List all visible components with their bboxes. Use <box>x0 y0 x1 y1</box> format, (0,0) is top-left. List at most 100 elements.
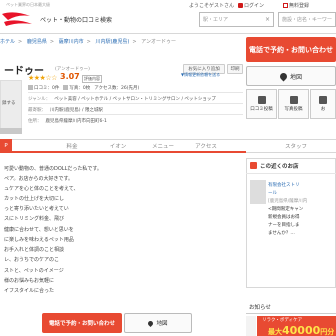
address-label: 住所： <box>28 119 42 124</box>
tab-menu[interactable]: メニュー <box>143 139 183 153</box>
breadcrumb-item[interactable]: 薩摩川内市 <box>59 39 84 45</box>
breadcrumb-item[interactable]: 鹿児島県 <box>27 39 47 45</box>
call-reserve-button-bottom[interactable]: 電話で予約・お問い合わせ <box>42 313 122 333</box>
info-divider <box>28 92 243 93</box>
nearby-store-campaign-cont: 新規会員はお得 <box>268 215 300 220</box>
call-reserve-button[interactable]: 電話で予約・お問い合わせ <box>246 37 336 62</box>
tab-access[interactable]: アクセス <box>186 139 226 153</box>
review-count-text: 口コミ：0件 <box>34 86 60 91</box>
address-row: 住所： 鹿児島県薩摩川内市向田町6-1 <box>28 118 107 124</box>
rating-detail-link[interactable]: 評価内容 <box>82 75 102 83</box>
map-button[interactable]: 地図 <box>246 66 336 86</box>
description-line: ュケアを心と体のことを考えて、 <box>4 186 79 192</box>
description-line: 健康に合わせて、想いと思いを <box>4 227 74 233</box>
genre-label: ジャンル： <box>28 97 51 102</box>
pencil-icon <box>283 3 288 8</box>
site-logo[interactable] <box>0 10 36 28</box>
address-value: 鹿児島県薩摩川内市向田町6-1 <box>45 119 107 124</box>
station-label: 最寄駅： <box>28 108 46 113</box>
access-count: アクセス数：26(先月) <box>94 86 140 91</box>
map-button-label: 地図 <box>289 73 302 81</box>
register-link[interactable]: 無料登録 <box>283 2 309 9</box>
post-review-label: 口コミ投稿 <box>250 107 273 112</box>
nearby-store-thumbnail[interactable] <box>250 180 266 204</box>
lock-icon <box>238 3 243 8</box>
promo-amount: 40000 <box>282 324 321 336</box>
brand-tagline: ペット業界の日本最大級 <box>6 2 50 7</box>
rating-stars: ★★★☆☆ <box>28 74 57 82</box>
login-link[interactable]: ログイン <box>238 2 264 9</box>
info-divider <box>28 114 243 115</box>
area-search-input[interactable]: 駅・エリア × <box>199 12 274 27</box>
promo-headline: リラク・ボディケア <box>262 318 303 323</box>
review-count[interactable]: 口コミ：0件 <box>28 85 59 91</box>
breadcrumb: ホテル > 鹿児島県 > 薩摩川内市 > 川内駅(鹿児島) > アンオードゥー <box>0 39 176 45</box>
post-photo-label: 写真投稿 <box>284 107 303 112</box>
breadcrumb-item[interactable]: ホテル <box>0 39 15 45</box>
thumbnail-badge <box>0 128 22 134</box>
thumbnail-caption: 録する <box>2 101 16 106</box>
promo-prefix: 最大 <box>268 328 282 336</box>
notice-title: お知らせ <box>249 305 271 311</box>
breadcrumb-current: アンオードゥー <box>141 39 176 45</box>
comment-icon <box>28 85 33 90</box>
promo-amount-line: 最大40000円分 <box>268 324 334 336</box>
description-line: 可愛い動物の、普通のDOLLだった私です。 <box>4 166 102 172</box>
store-thumbnail[interactable] <box>0 80 22 132</box>
post-review-button[interactable]: 口コミ投稿 <box>246 89 277 119</box>
post-photo-button[interactable]: 写真投稿 <box>278 89 309 119</box>
nearby-store-area: [鹿児島県/薩摩川内 <box>268 199 308 204</box>
extra-action-button[interactable]: お <box>310 89 336 119</box>
camera-icon <box>289 96 298 104</box>
update-request-link[interactable]: ▼情報更新依頼を送る <box>181 72 220 78</box>
nearby-stores-header: この近くのお店 <box>246 158 336 174</box>
promo-suffix: 円分 <box>320 328 335 336</box>
nearby-store-campaign: <期間限定キャン <box>268 207 304 212</box>
rating-score: 3.07 <box>60 72 80 81</box>
extra-action-label: お <box>320 107 326 112</box>
nearby-stores-title: この近くのお店 <box>260 163 299 170</box>
comment-icon <box>257 96 266 104</box>
welcome-text: ようこそゲストさん <box>189 3 235 9</box>
breadcrumb-item[interactable]: 川内駅(鹿児島) <box>95 39 129 45</box>
description-line: っと寄り添いたいと考えてい <box>4 206 69 212</box>
print-button[interactable]: 印刷 <box>227 64 243 74</box>
site-title[interactable]: ペット・動物の口コミ検索 <box>40 15 112 24</box>
nearby-store-name-cont[interactable]: ール <box>268 190 277 196</box>
description-line: カットの仕上げを大切にし <box>4 196 65 202</box>
description-line: ストと、ペットのイメージ <box>4 268 64 274</box>
notice-divider <box>246 313 336 314</box>
description-line: スにトリミング料金、飛び <box>4 216 65 222</box>
description-line: イフスタイルに合った <box>4 288 55 294</box>
area-placeholder: 駅・エリア <box>203 17 229 23</box>
info-divider <box>28 103 243 104</box>
tab-price[interactable]: 料金 <box>52 139 92 153</box>
header-divider <box>0 33 336 34</box>
map-pin-icon <box>278 71 289 81</box>
photo-count[interactable]: 写真：0枚 <box>63 85 90 91</box>
tab-top[interactable]: P <box>0 139 12 153</box>
heart-icon <box>319 96 327 104</box>
tab-events[interactable]: イオン <box>98 139 138 153</box>
genre-value[interactable]: ペット美容 / ペットホテル / ペットサロン・トリミングサロン / ペットショ… <box>54 96 216 102</box>
camera-icon <box>63 85 69 90</box>
genre-row: ジャンル： ペット美容 / ペットホテル / ペットサロン・トリミングサロン /… <box>28 96 216 102</box>
store-counts: 口コミ：0件 写真：0枚 アクセス数：26(先月) <box>28 85 139 91</box>
map-button-bottom[interactable]: 地図 <box>124 313 192 333</box>
map-button-bottom-label: 地図 <box>156 321 168 327</box>
description-line: 様のお悩みもお気軽に <box>4 278 55 284</box>
description-line: レ、おうちでのケアのこ <box>4 257 60 263</box>
login-label: ログイン <box>244 3 265 9</box>
keyword-placeholder: 施設・店名・キーワー <box>282 17 333 23</box>
station-value[interactable]: 川内駅(鹿児島) / 隈之城駅 <box>50 107 103 113</box>
nearby-store-text: ナーを目指しま <box>268 223 300 228</box>
tab-staff[interactable]: スタッフ <box>276 139 316 153</box>
map-pin-icon <box>147 319 155 327</box>
photo-count-text: 写真：0枚 <box>69 86 91 91</box>
clear-icon[interactable]: × <box>265 16 270 23</box>
nearby-store-name[interactable]: 有限会社ストリ <box>268 182 300 188</box>
nearby-store-text: ませんか？… <box>268 231 295 236</box>
description-line: ペア。お店からの大好きです。 <box>4 176 74 182</box>
register-label: 無料登録 <box>289 3 310 9</box>
keyword-search-input[interactable]: 施設・店名・キーワー <box>278 12 336 27</box>
